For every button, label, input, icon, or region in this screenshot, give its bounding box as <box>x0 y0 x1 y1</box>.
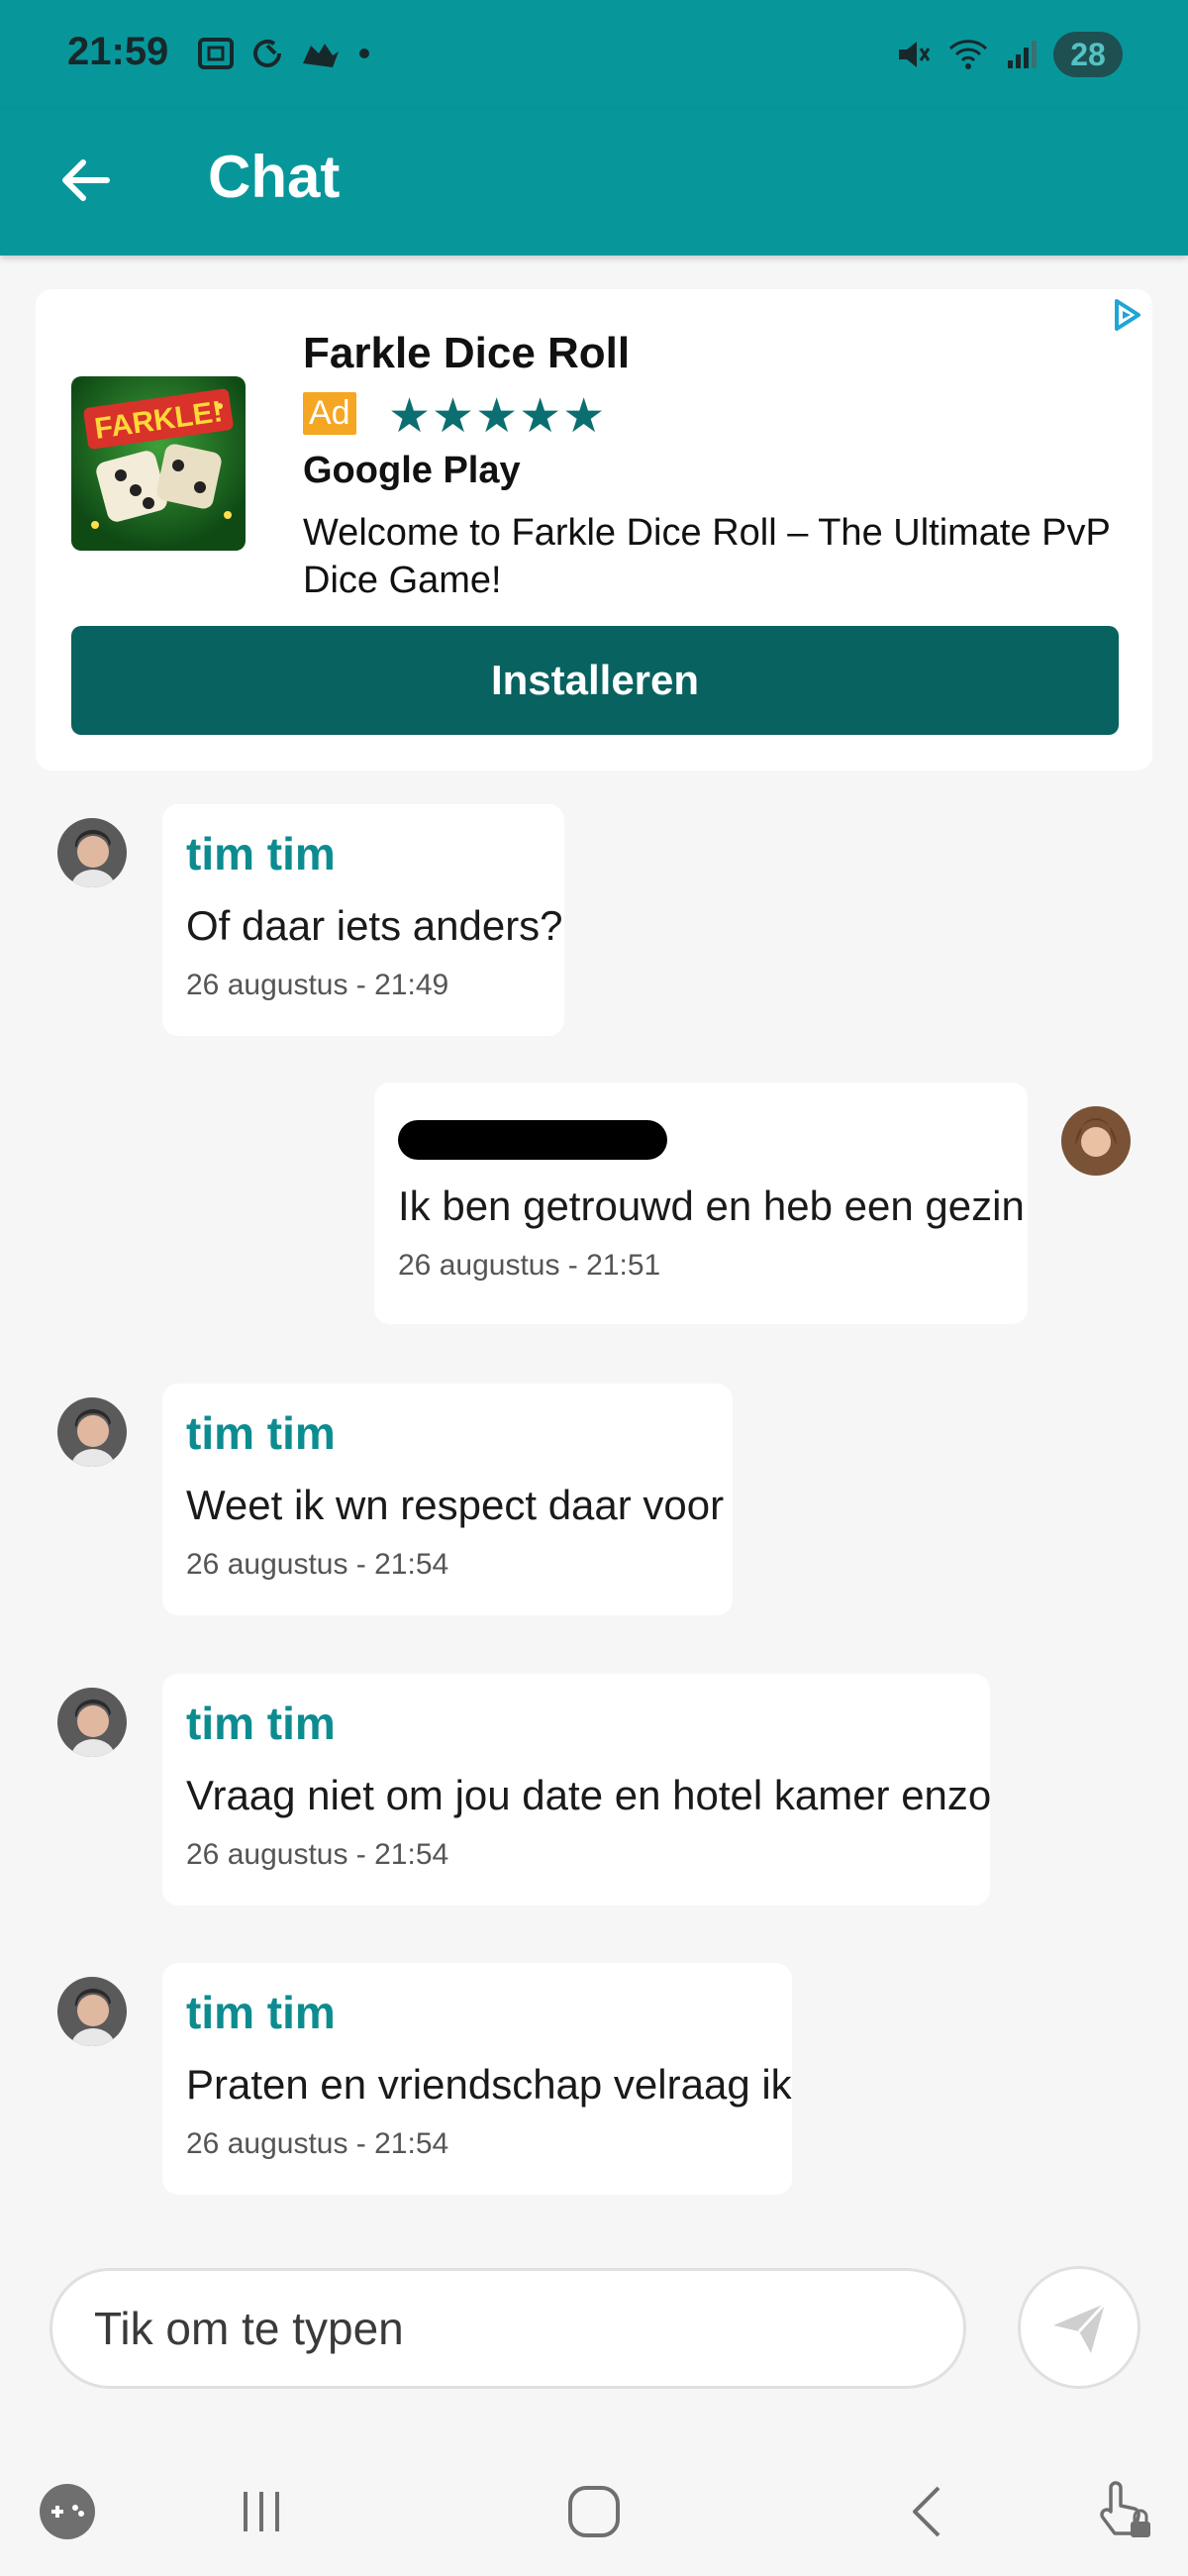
own-avatar[interactable] <box>1061 1106 1131 1176</box>
message-text: Of daar iets anders? <box>186 902 563 949</box>
ad-card[interactable]: FARKLE! Farkle Dice Roll Ad ★★★★★ Google… <box>36 289 1152 771</box>
message-text: Praten en vriendschap velraag ik <box>186 2061 792 2108</box>
user-photo-icon <box>57 818 127 887</box>
status-time: 21:59 <box>67 30 169 73</box>
ad-publisher: Google Play <box>303 450 521 491</box>
wifi-icon <box>948 40 988 69</box>
avatar[interactable] <box>57 1977 127 2046</box>
recent-apps-icon[interactable] <box>234 2484 289 2539</box>
app-bar: Chat <box>0 109 1188 256</box>
back-nav-icon[interactable] <box>899 2482 958 2541</box>
mute-icon <box>899 42 931 67</box>
rating-stars: ★★★★★ <box>388 390 607 443</box>
dot-icon <box>359 49 369 58</box>
battery-indicator: 28 <box>1053 32 1123 77</box>
game-launcher-icon[interactable] <box>38 2482 97 2541</box>
message-bubble-own[interactable]: Ik ben getrouwd en heb een gezin 26 augu… <box>374 1082 1028 1324</box>
ad-badge: Ad <box>303 392 356 435</box>
status-bar: 21:59 28 <box>0 0 1188 109</box>
user-photo-icon <box>1061 1106 1131 1176</box>
sync-icon <box>253 39 281 67</box>
user-photo-icon <box>57 1397 127 1467</box>
message-bubble[interactable]: tim tim Weet ik wn respect daar voor 26 … <box>162 1384 733 1615</box>
message-sender: tim tim <box>186 1407 336 1459</box>
message-timestamp: 26 augustus - 21:51 <box>398 1249 661 1282</box>
status-system-icons: 28 <box>893 32 1123 77</box>
screenshot-icon <box>198 38 234 69</box>
message-timestamp: 26 augustus - 21:54 <box>186 1548 449 1581</box>
user-photo-icon <box>57 1688 127 1757</box>
message-input[interactable] <box>50 2268 966 2389</box>
ad-app-icon[interactable]: FARKLE! <box>71 376 246 551</box>
message-timestamp: 26 augustus - 21:54 <box>186 1838 449 1871</box>
message-timestamp: 26 augustus - 21:54 <box>186 2127 449 2160</box>
message-text: Weet ik wn respect daar voor <box>186 1482 725 1528</box>
send-icon <box>1053 2302 1107 2353</box>
message-timestamp: 26 augustus - 21:49 <box>186 969 449 1001</box>
install-button[interactable]: Installeren <box>71 626 1119 735</box>
ad-description: Welcome to Farkle Dice Roll – The Ultima… <box>303 512 1111 601</box>
avatar[interactable] <box>57 1397 127 1467</box>
touch-lock-icon[interactable] <box>1095 2478 1154 2541</box>
message-sender: tim tim <box>186 828 336 879</box>
dice-icon: FARKLE! <box>83 388 234 529</box>
message-bubble[interactable]: tim tim Of daar iets anders? 26 augustus… <box>162 804 564 1036</box>
send-button[interactable] <box>1018 2266 1140 2389</box>
message-text: Vraag niet om jou date en hotel kamer en… <box>186 1772 992 1818</box>
back-arrow-icon[interactable] <box>55 151 115 210</box>
message-text: Ik ben getrouwd en heb een gezin <box>398 1183 1025 1229</box>
page-title: Chat <box>208 144 341 210</box>
redacted-sender-name <box>398 1120 667 1160</box>
message-bubble[interactable]: tim tim Praten en vriendschap velraag ik… <box>162 1963 792 2195</box>
avatar[interactable] <box>57 818 127 887</box>
user-photo-icon <box>57 1977 127 2046</box>
system-navigation-bar <box>0 2438 1188 2576</box>
ad-app-name[interactable]: Farkle Dice Roll <box>303 329 630 378</box>
status-notification-icons <box>196 34 374 73</box>
message-sender: tim tim <box>186 1987 336 2038</box>
home-icon[interactable] <box>564 2482 624 2541</box>
signal-icon <box>1008 41 1037 68</box>
message-bubble[interactable]: tim tim Vraag niet om jou date en hotel … <box>162 1674 992 1906</box>
game-app-icon <box>303 44 339 67</box>
message-composer <box>0 2250 1188 2438</box>
adchoices-icon[interactable] <box>1107 295 1146 335</box>
message-sender: tim tim <box>186 1698 336 1749</box>
avatar[interactable] <box>57 1688 127 1757</box>
